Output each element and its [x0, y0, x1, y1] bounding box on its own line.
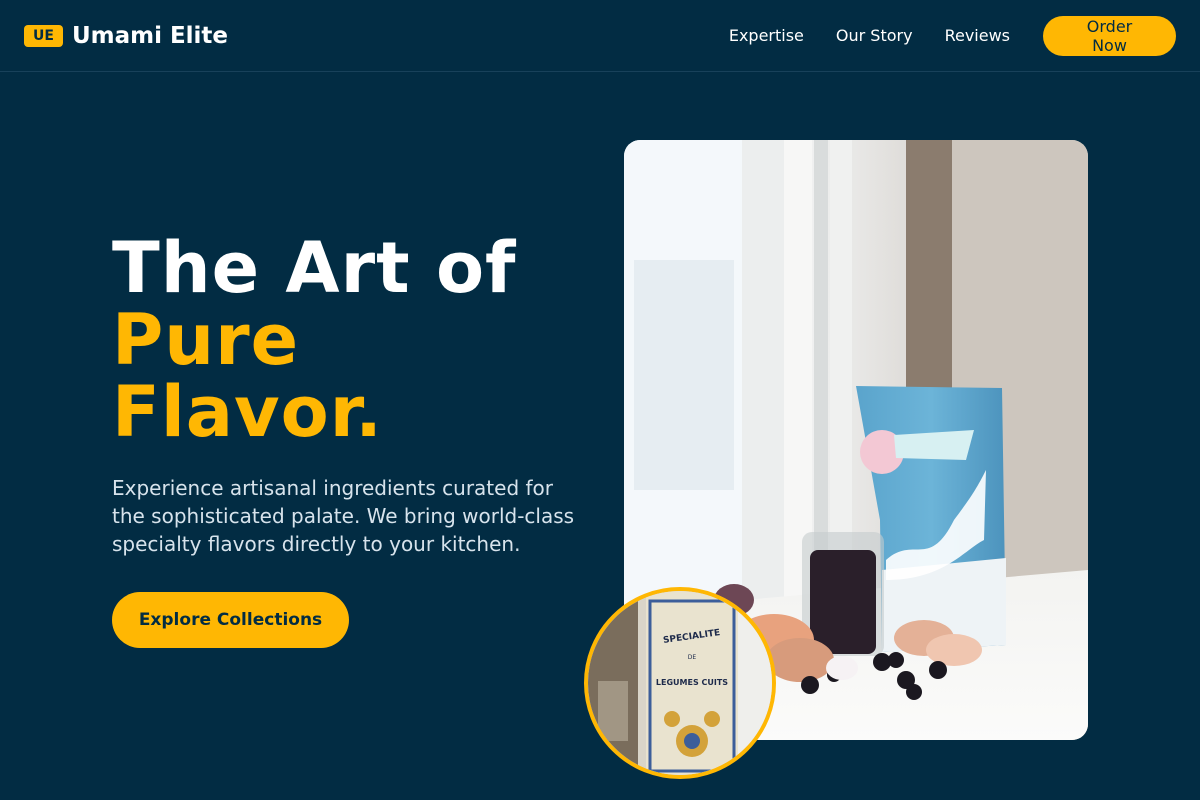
svg-text:DE: DE — [688, 654, 697, 661]
brand-name: Umami Elite — [71, 22, 229, 49]
nav-link-our-story[interactable]: Our Story — [836, 26, 913, 45]
site-header: UE Umami Elite Expertise Our Story Revie… — [0, 0, 1200, 72]
main-nav: Expertise Our Story Reviews Order Now — [697, 15, 1176, 56]
headline-line-1: The Art of — [112, 227, 517, 309]
headline-line-2: Pure — [112, 299, 300, 381]
nav-link-expertise[interactable]: Expertise — [729, 26, 804, 45]
hero-description: Experience artisanal ingredients curated… — [112, 476, 575, 556]
logo-badge: UE — [24, 24, 63, 47]
nav-link-reviews[interactable]: Reviews — [945, 26, 1010, 45]
hero-section: The Art of Pure Flavor. Experience artis… — [112, 232, 592, 648]
order-now-button[interactable]: Order Now — [1043, 15, 1176, 56]
vintage-shop-sign-photo: SPECIALITE DE LEGUMES CUITS — [584, 587, 776, 779]
brand[interactable]: UE Umami Elite — [24, 23, 228, 49]
headline-line-3: Flavor. — [112, 371, 383, 453]
svg-text:LEGUMES CUITS: LEGUMES CUITS — [656, 678, 728, 687]
hero-headline: The Art of Pure Flavor. — [112, 232, 592, 448]
explore-collections-button[interactable]: Explore Collections — [112, 592, 349, 648]
